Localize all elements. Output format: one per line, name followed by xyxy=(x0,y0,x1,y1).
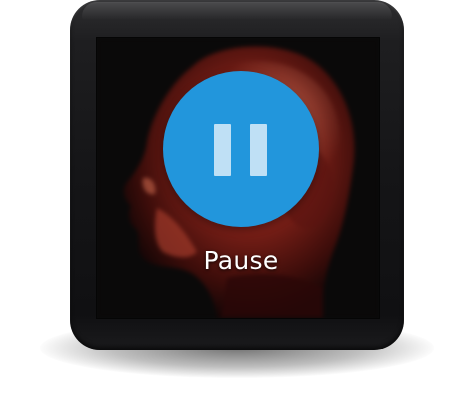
watch-mockup: Pause xyxy=(0,0,474,403)
pause-button[interactable] xyxy=(163,71,319,227)
pause-icon-bar xyxy=(250,124,267,176)
watch-bezel-highlight xyxy=(82,2,392,20)
pause-icon xyxy=(214,124,231,176)
pause-label: Pause xyxy=(203,246,279,275)
watch-screen: Pause xyxy=(97,38,379,318)
